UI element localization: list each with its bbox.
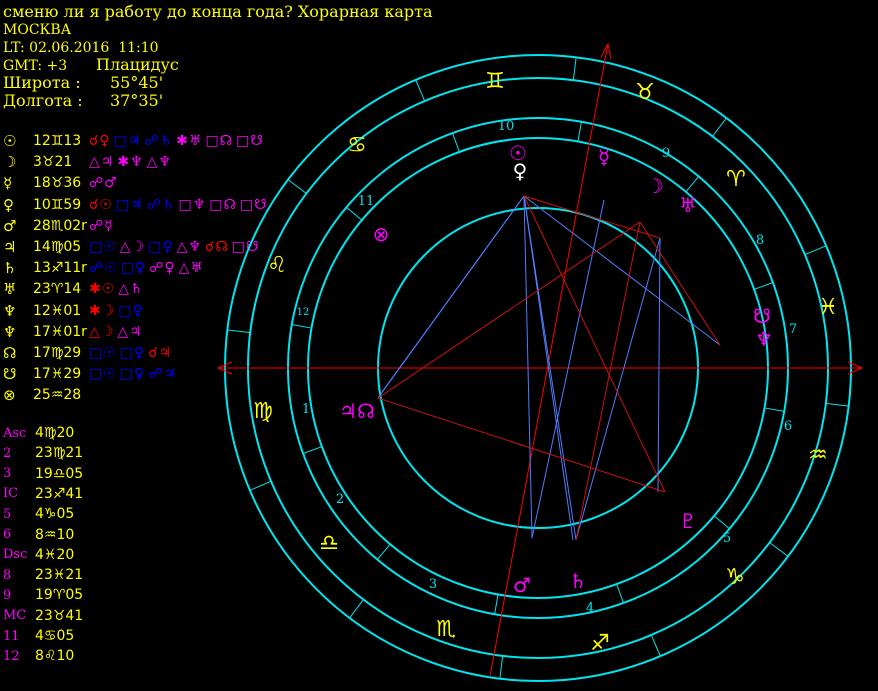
chart-planet-glyph: ♄ xyxy=(569,569,587,593)
house-divider xyxy=(685,176,700,193)
house-divider xyxy=(494,594,499,615)
zodiac-sign-glyph: ♑ xyxy=(725,565,745,590)
chart-planet-glyph: ♇ xyxy=(679,509,697,533)
house-number: 9 xyxy=(662,146,670,161)
zodiac-sign-glyph: ♉ xyxy=(635,80,655,105)
house-divider xyxy=(713,515,730,530)
house-divider xyxy=(376,543,391,560)
house-divider xyxy=(452,132,460,153)
house-number: 11 xyxy=(358,194,375,209)
chart-planet-glyph: ♃☊ xyxy=(339,399,375,423)
house-number: 7 xyxy=(789,322,797,337)
aspect-line-trine xyxy=(523,195,661,239)
aspect-line-square xyxy=(657,237,661,493)
sign-divider xyxy=(349,599,364,619)
house-divider xyxy=(291,324,312,329)
sign-divider xyxy=(712,117,727,137)
chart-planet-glyph: ♅ xyxy=(679,193,697,217)
house-number: 5 xyxy=(723,531,731,546)
aspect-line-square xyxy=(381,195,525,393)
house-divider xyxy=(764,407,785,412)
chart-planet-glyph: ♀ xyxy=(513,159,528,183)
house-divider xyxy=(302,446,323,454)
horary-chart-wheel: ♊ ♉♈♓♒♑♐♏♎♍♌♋123456789101112☉♀☿☽♅☋♆♃☊⊗♂ ♄♇ xyxy=(216,42,864,682)
sign-divider xyxy=(572,57,577,81)
zodiac-sign-glyph: ♐ xyxy=(590,631,610,656)
chart-planet-glyph: ☽ xyxy=(646,174,664,198)
house-divider xyxy=(577,121,582,142)
house-number: 10 xyxy=(498,119,515,134)
zodiac-sign-glyph: ♍ xyxy=(253,399,273,424)
house-number: 12 xyxy=(297,307,310,318)
house-number: 4 xyxy=(586,601,594,616)
house-number: 6 xyxy=(784,419,792,434)
aspect-line-trine xyxy=(377,221,641,399)
house-divider xyxy=(616,583,624,604)
aspect-line-trine xyxy=(639,221,721,346)
chart-planet-glyph: ☋ xyxy=(753,304,771,328)
sign-divider xyxy=(804,245,827,256)
sign-divider xyxy=(499,655,504,679)
house-number: 2 xyxy=(336,492,344,507)
sign-divider xyxy=(287,179,307,194)
house-divider xyxy=(753,282,774,290)
sign-divider xyxy=(227,329,251,334)
sign-divider xyxy=(825,402,849,407)
zodiac-sign-glyph: ♋ xyxy=(347,133,367,158)
chart-planet-glyph: ☿ xyxy=(598,145,610,169)
sign-divider xyxy=(769,542,789,557)
chart-planet-glyph: ♆ xyxy=(755,327,773,351)
aspect-line-square xyxy=(575,237,661,541)
zodiac-sign-glyph: ♒ xyxy=(808,443,828,468)
zodiac-sign-glyph: ♏ xyxy=(436,617,456,642)
sign-divider xyxy=(249,480,272,491)
zodiac-sign-glyph: ♎ xyxy=(319,531,339,556)
wheel-labels: ♊ ♉♈♓♒♑♐♏♎♍♌♋123456789101112☉♀☿☽♅☋♆♃☊⊗♂ ♄♇ xyxy=(253,69,838,656)
house-number: 3 xyxy=(429,577,437,592)
zodiac-sign-glyph: ♓ xyxy=(818,295,838,320)
sign-divider xyxy=(650,634,661,657)
chart-planet-glyph: ♂ xyxy=(513,573,531,597)
sign-divider xyxy=(415,79,426,102)
house-number: 8 xyxy=(756,233,764,248)
aspect-line-trine xyxy=(575,221,641,541)
aspect-line-square xyxy=(523,195,721,346)
chart-planet-glyph: ⊗ xyxy=(373,222,390,246)
house-divider xyxy=(346,206,363,221)
zodiac-sign-glyph: ♌ xyxy=(267,253,287,278)
zodiac-sign-glyph: ♊ xyxy=(485,69,505,94)
house-number: 1 xyxy=(302,402,310,417)
zodiac-sign-glyph: ♈ xyxy=(726,167,746,192)
